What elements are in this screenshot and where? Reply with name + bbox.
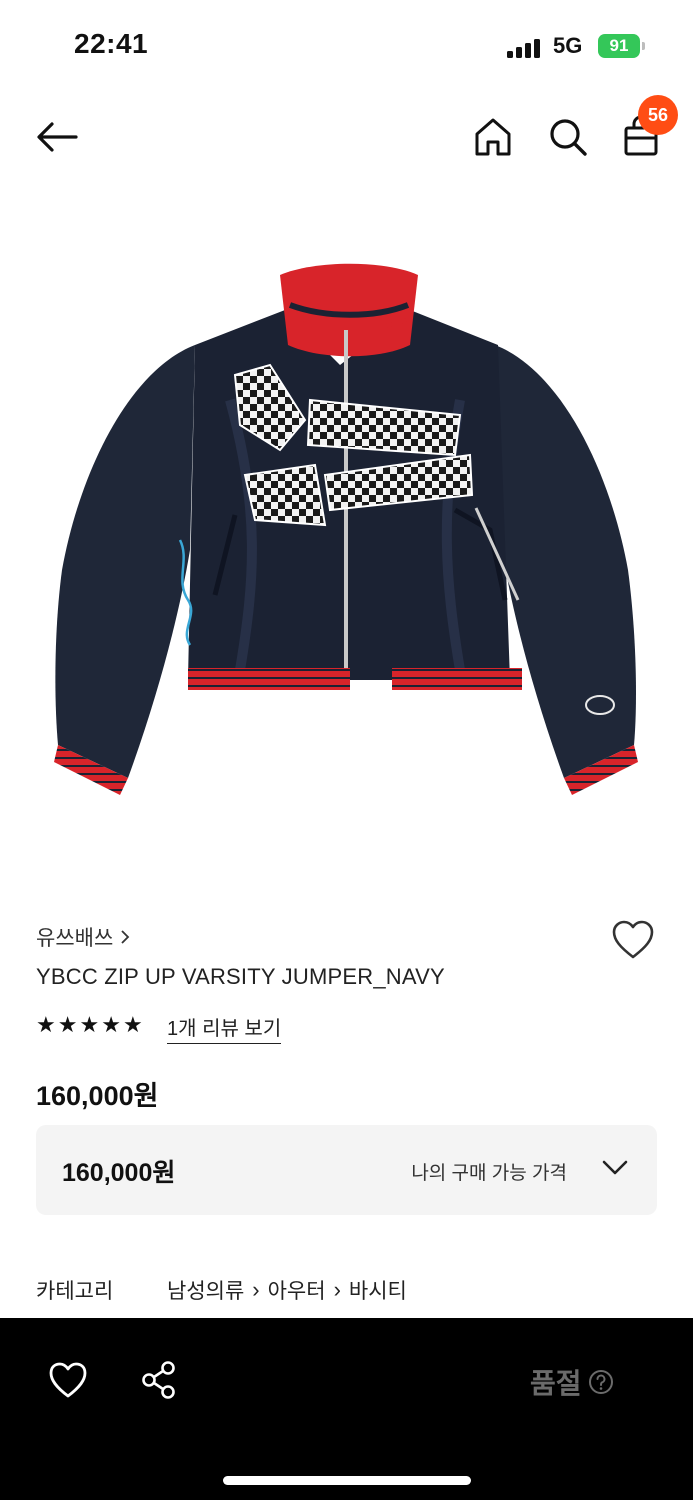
chevron-right-icon: › (333, 1277, 341, 1302)
battery-level: 91 (609, 36, 629, 55)
product-image[interactable] (40, 250, 653, 810)
back-button[interactable] (32, 115, 82, 159)
star-icon: ★ (36, 1012, 56, 1037)
category-label: 카테고리 (36, 1280, 114, 1303)
star-icon: ★ (79, 1012, 100, 1037)
brand-link[interactable]: 유쓰배쓰 (36, 922, 131, 952)
home-icon (475, 118, 511, 156)
battery-icon: 91 (598, 34, 640, 58)
share-icon (142, 1361, 175, 1399)
jacket-image (54, 263, 638, 795)
bottom-wishlist-button[interactable] (47, 1360, 89, 1400)
product-name: YBCC ZIP UP VARSITY JUMPER_NAVY (36, 964, 445, 989)
category-breadcrumb: 남성의류 › 아우터 › 바시티 (167, 1275, 407, 1305)
signal-icon (507, 36, 543, 58)
heart-icon (49, 1362, 87, 1398)
category-item[interactable]: 아우터 (268, 1275, 326, 1305)
star-icon: ★ (122, 1012, 143, 1037)
soldout-label: 품절 (530, 1368, 582, 1399)
help-icon[interactable] (588, 1369, 614, 1395)
product-price: 160,000원 (36, 1081, 159, 1111)
battery-cap (642, 42, 645, 50)
back-arrow-icon (37, 122, 78, 152)
home-button[interactable] (470, 114, 516, 160)
purchase-price: 160,000원 (62, 1159, 176, 1187)
category-item[interactable]: 남성의류 (167, 1275, 244, 1305)
cart-count-badge: 56 (638, 95, 678, 135)
star-icon: ★ (101, 1012, 121, 1037)
search-icon (550, 119, 587, 156)
rating-stars: ★ ★ ★ ★ ★ (36, 1014, 143, 1036)
network-type: 5G (553, 33, 583, 58)
chevron-down-icon (602, 1160, 628, 1175)
soldout-status: 품절 (530, 1362, 614, 1402)
review-link[interactable]: 1개 리뷰 보기 (167, 1012, 282, 1044)
search-button[interactable] (545, 114, 591, 160)
chevron-right-icon: › (252, 1277, 260, 1302)
purchase-price-dropdown[interactable]: 160,000원 나의 구매 가능 가격 (36, 1125, 657, 1215)
share-button[interactable] (140, 1360, 178, 1400)
heart-icon (612, 920, 654, 959)
home-indicator[interactable] (223, 1476, 471, 1485)
category-item[interactable]: 바시티 (349, 1275, 407, 1305)
purchase-price-label: 나의 구매 가능 가격 (411, 1163, 567, 1184)
wishlist-button[interactable] (610, 918, 656, 962)
star-icon: ★ (57, 1012, 78, 1037)
chevron-right-icon (121, 930, 130, 944)
bottom-action-bar (0, 1318, 693, 1500)
brand-name: 유쓰배쓰 (36, 927, 114, 950)
status-time: 22:41 (74, 28, 149, 59)
